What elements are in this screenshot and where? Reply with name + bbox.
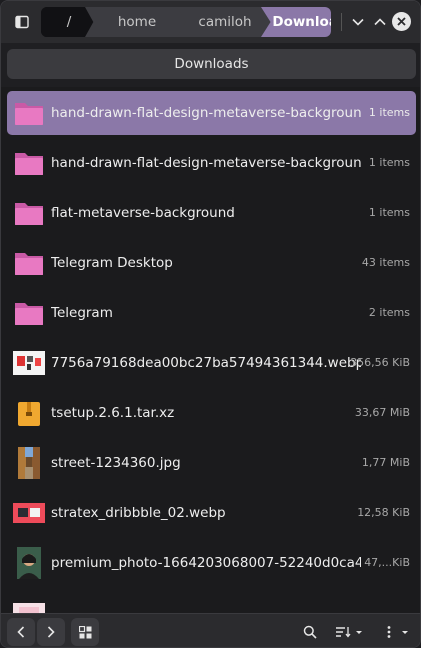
image-thumbnail <box>13 497 45 529</box>
file-size: 2 items <box>368 306 410 319</box>
sort-button[interactable] <box>333 620 365 644</box>
file-row[interactable]: premium_photo-1664203068007-52240d0ca48f… <box>7 541 416 585</box>
file-row[interactable]: 7756a79168dea00bc27ba57494361344.webp 356… <box>7 341 416 385</box>
breadcrumb-home-label: home <box>117 14 157 30</box>
folder-icon <box>13 247 45 279</box>
file-row[interactable]: street-1234360.jpg 1,77 MiB <box>7 441 416 485</box>
chevron-up-icon <box>374 18 386 26</box>
chevron-down-icon <box>352 18 364 26</box>
file-name <box>51 591 361 613</box>
archive-icon <box>13 397 45 429</box>
folder-row[interactable]: flat-metaverse-background 1 items <box>7 191 416 235</box>
file-size: 33,67 MiB <box>354 406 410 419</box>
chevron-right-icon <box>47 626 55 638</box>
breadcrumb-user[interactable]: camiloh <box>177 7 273 37</box>
search-icon <box>303 625 317 639</box>
close-button[interactable] <box>392 12 411 31</box>
location-bar[interactable]: Downloads <box>7 49 416 79</box>
folder-row[interactable]: Telegram Desktop 43 items <box>7 241 416 285</box>
file-row[interactable]: tsetup.2.6.1.tar.xz 33,67 MiB <box>7 391 416 435</box>
sidebar-toggle-icon <box>15 15 29 29</box>
file-size: 12,58 KiB <box>357 506 410 519</box>
back-button[interactable] <box>7 618 35 646</box>
sort-icon <box>336 627 362 638</box>
file-manager-window: / home camiloh Downloads Downloads hand-… <box>0 0 421 648</box>
file-size: 1 items <box>368 106 410 119</box>
breadcrumb: / home camiloh Downloads <box>41 7 331 37</box>
folder-row[interactable]: Telegram 2 items <box>7 291 416 335</box>
file-name: flat-metaverse-background <box>51 205 235 221</box>
breadcrumb-root-label: / <box>66 14 72 30</box>
grid-view-icon <box>78 625 91 638</box>
folder-icon <box>13 147 45 179</box>
image-thumbnail <box>13 447 45 479</box>
file-name: hand-drawn-flat-design-metaverse-backgro… <box>51 105 361 121</box>
image-thumbnail <box>13 597 45 613</box>
file-row[interactable]: stratex_dribbble_02.webp 12,58 KiB <box>7 491 416 535</box>
forward-button[interactable] <box>37 618 65 646</box>
file-name: 7756a79168dea00bc27ba57494361344.webp <box>51 355 361 371</box>
file-name: tsetup.2.6.1.tar.xz <box>51 405 175 421</box>
breadcrumb-current-label: Downloads <box>272 14 331 30</box>
image-thumbnail <box>13 547 45 579</box>
file-name: Telegram Desktop <box>51 255 173 271</box>
maximize-button[interactable] <box>369 10 391 34</box>
footer-toolbar <box>1 613 420 647</box>
menu-button[interactable] <box>381 620 413 644</box>
location-title: Downloads <box>174 56 249 72</box>
close-icon <box>397 17 406 26</box>
sidebar-toggle-button[interactable] <box>9 9 35 35</box>
kebab-menu-icon <box>387 626 408 638</box>
file-name: stratex_dribbble_02.webp <box>51 505 226 521</box>
chevron-left-icon <box>17 626 25 638</box>
file-size: 1 items <box>368 206 410 219</box>
file-name: premium_photo-1664203068007-52240d0ca48f… <box>51 555 361 571</box>
breadcrumb-separator <box>341 13 342 31</box>
file-name: street-1234360.jpg <box>51 455 181 471</box>
file-size: 47,...KiB <box>364 556 410 569</box>
breadcrumb-current[interactable]: Downloads <box>261 7 331 37</box>
folder-row[interactable]: hand-drawn-flat-design-metaverse-backgro… <box>7 91 416 135</box>
file-row[interactable] <box>7 591 416 613</box>
file-size: 43 items <box>361 256 410 269</box>
file-list: hand-drawn-flat-design-metaverse-backgro… <box>1 87 420 613</box>
folder-icon <box>13 197 45 229</box>
folder-row[interactable]: hand-drawn-flat-design-metaverse-backgro… <box>7 141 416 185</box>
file-size: 1 items <box>368 156 410 169</box>
file-size: 356,56 KiB <box>350 356 410 369</box>
breadcrumb-home[interactable]: home <box>85 7 189 37</box>
header-bar: / home camiloh Downloads <box>1 1 420 43</box>
view-mode-button[interactable] <box>71 618 99 646</box>
file-name: hand-drawn-flat-design-metaverse-backgro… <box>51 155 361 171</box>
folder-icon <box>13 297 45 329</box>
image-thumbnail <box>13 347 45 379</box>
breadcrumb-user-label: camiloh <box>198 14 252 30</box>
search-button[interactable] <box>298 620 322 644</box>
dropdown-button[interactable] <box>347 10 369 34</box>
folder-icon <box>13 97 45 129</box>
file-name: Telegram <box>51 305 113 321</box>
file-size: 1,77 MiB <box>361 456 410 469</box>
